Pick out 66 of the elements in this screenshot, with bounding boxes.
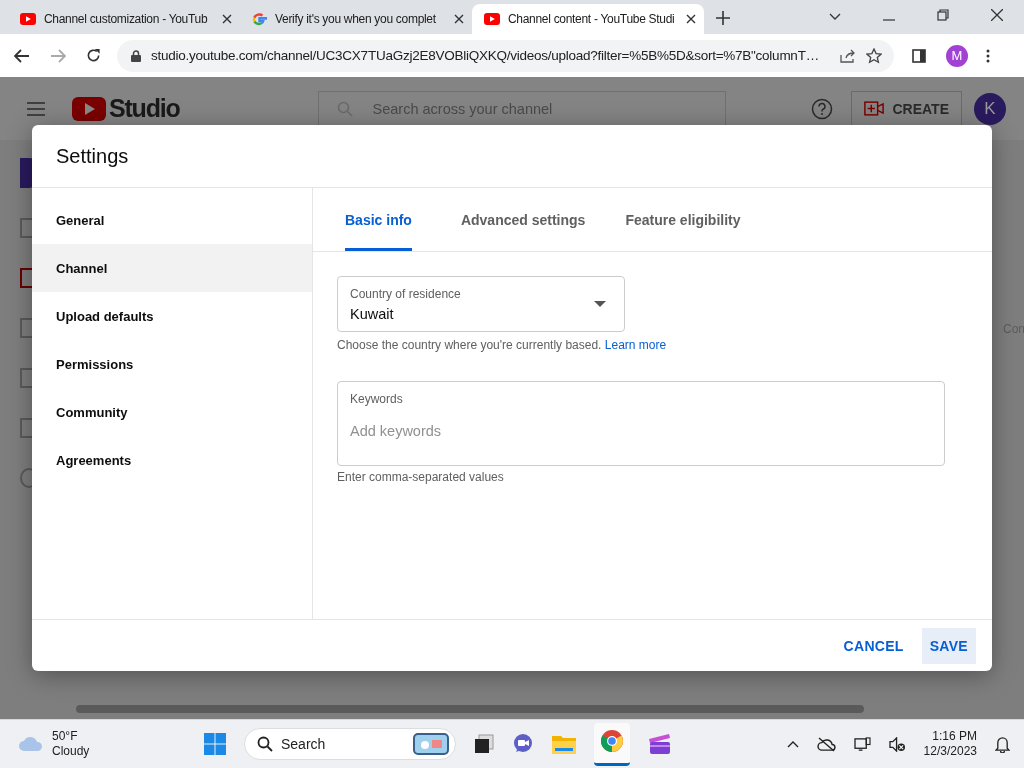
settings-nav-item[interactable]: General	[32, 196, 312, 244]
menu-icon[interactable]	[27, 101, 45, 116]
settings-tab[interactable]: Advanced settings	[452, 188, 594, 251]
url-text: studio.youtube.com/channel/UC3CX7TUaGzj2E8VOBliQXKQ/videos/upload?filter=%5B%5D&sort=%7B"columnT…	[151, 48, 820, 63]
muted-speaker-icon[interactable]	[888, 736, 906, 752]
cancel-button[interactable]: CANCEL	[831, 627, 916, 664]
settings-nav-item[interactable]: Upload defaults	[32, 292, 312, 340]
search-icon	[336, 100, 353, 117]
task-view-icon[interactable]	[474, 734, 494, 754]
reload-icon[interactable]	[86, 48, 101, 63]
clock-date[interactable]: 12/3/2023	[923, 744, 977, 759]
cloud-icon	[18, 736, 44, 752]
taskbar-search-field[interactable]: Search	[244, 728, 456, 760]
settings-nav-item[interactable]: Channel	[32, 244, 312, 292]
dropdown-arrow-icon	[594, 301, 606, 307]
play-logo-icon	[20, 13, 36, 25]
learn-more-link[interactable]: Learn more	[604, 338, 667, 352]
close-icon[interactable]	[222, 14, 232, 24]
country-dropdown[interactable]: Country of residence Kuwait	[337, 276, 625, 332]
settings-nav-item[interactable]: Community	[32, 388, 312, 436]
new-tab-icon[interactable]	[716, 11, 730, 25]
play-logo-icon	[484, 13, 500, 25]
field-label: Keywords	[350, 392, 404, 406]
chrome-icon[interactable]	[600, 728, 624, 753]
settings-nav-item[interactable]: Agreements	[32, 436, 312, 484]
add-video-icon	[864, 101, 885, 116]
star-icon[interactable]	[866, 47, 882, 64]
studio-logo[interactable]: Studio	[72, 94, 180, 123]
settings-tab[interactable]: Basic info	[345, 188, 412, 251]
notification-bell-icon[interactable]	[995, 735, 1010, 753]
close-icon[interactable]	[454, 14, 464, 24]
settings-nav-item[interactable]: Permissions	[32, 340, 312, 388]
more-icon[interactable]	[986, 48, 990, 63]
clock-time[interactable]: 1:16 PM	[932, 729, 977, 744]
restore-icon[interactable]	[937, 9, 949, 21]
help-icon[interactable]	[811, 97, 834, 120]
cloud-off-icon[interactable]	[816, 736, 836, 752]
browser-tab[interactable]: Channel content - YouTube Studi	[472, 4, 704, 34]
g-logo-icon	[252, 11, 267, 27]
network-icon[interactable]	[853, 736, 871, 752]
save-button[interactable]: SAVE	[921, 627, 976, 664]
address-bar[interactable]: studio.youtube.com/channel/UC3CX7TUaGzj2E8VOBliQXKQ/videos/upload?filter=%5B%5D&sort=%7B"columnT…	[117, 39, 894, 72]
browser-tab[interactable]: Verify it's you when you complet	[240, 4, 472, 34]
folder-icon[interactable]	[552, 734, 576, 754]
channel-avatar[interactable]: K	[974, 92, 1006, 125]
video-chat-icon[interactable]	[512, 733, 534, 755]
helper-text: Choose the country where you're currently based. Learn more	[337, 338, 668, 352]
side-panel-icon[interactable]	[912, 48, 926, 63]
weather-text: Cloudy	[52, 744, 90, 759]
search-highlight-icon	[413, 733, 449, 755]
close-icon[interactable]	[686, 14, 696, 24]
profile-avatar[interactable]: M	[946, 44, 968, 67]
browser-tab[interactable]: Channel customization - YouTub	[8, 4, 240, 34]
chevron-down-icon[interactable]	[829, 13, 841, 21]
video-editor-icon[interactable]	[648, 733, 672, 755]
share-icon[interactable]	[840, 48, 856, 63]
search-icon	[257, 736, 273, 752]
dialog-title: Settings	[56, 144, 129, 168]
lock-icon	[131, 49, 141, 62]
temperature-text: 50°F	[52, 729, 79, 744]
helper-text: Enter comma-separated values	[337, 470, 505, 484]
close-icon[interactable]	[991, 9, 1003, 21]
settings-tab[interactable]: Feature eligibility	[617, 188, 749, 251]
horizontal-scrollbar[interactable]	[76, 705, 864, 713]
chevron-up-icon[interactable]	[786, 740, 799, 748]
back-arrow-icon[interactable]	[14, 48, 30, 63]
